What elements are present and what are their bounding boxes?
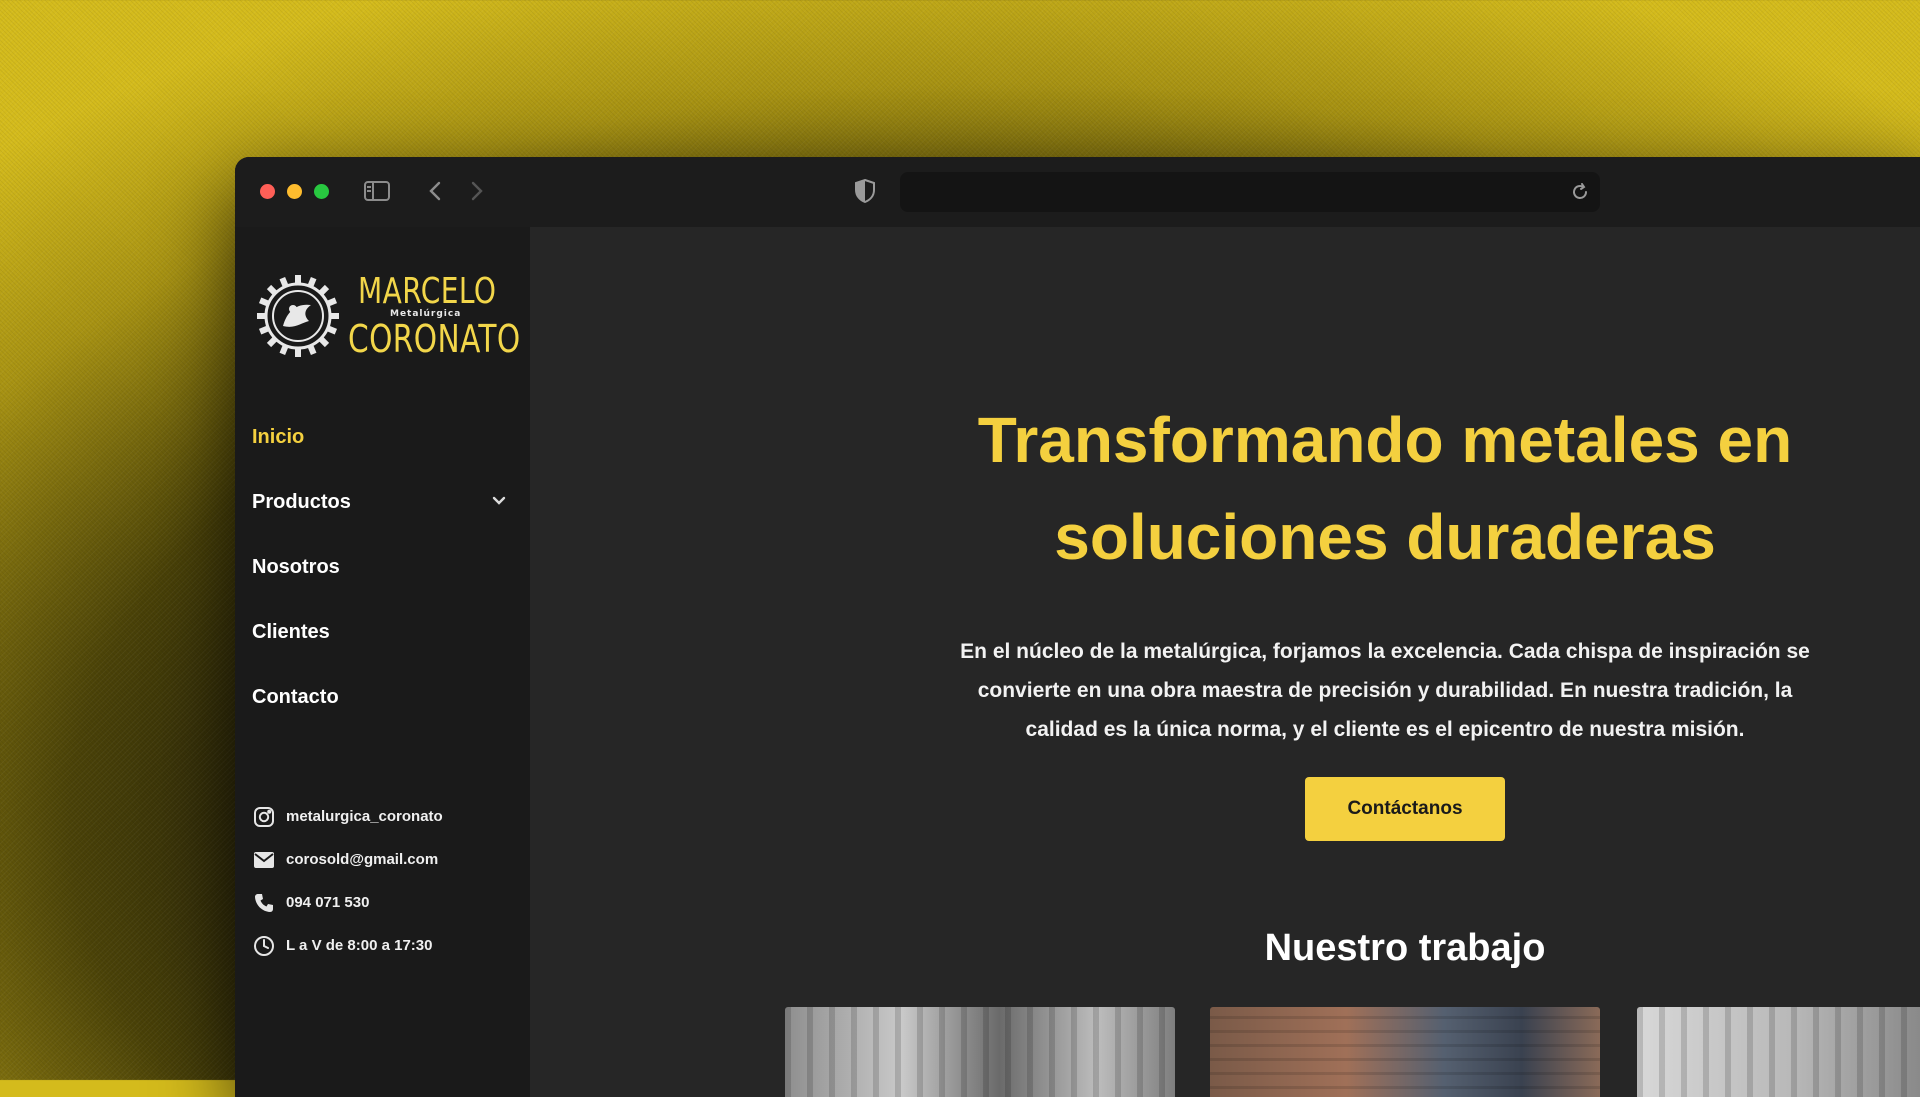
brand-name-line1: MARCELO xyxy=(358,271,497,312)
browser-toolbar xyxy=(235,157,1920,227)
nav-item-label: Productos xyxy=(252,491,351,513)
close-window-button[interactable] xyxy=(260,184,275,199)
work-thumbnail[interactable] xyxy=(1637,1007,1920,1097)
minimize-window-button[interactable] xyxy=(287,184,302,199)
phone-number: 094 071 530 xyxy=(286,894,370,911)
nav-item-nosotros[interactable]: Nosotros xyxy=(252,535,512,600)
address-bar[interactable] xyxy=(900,172,1600,212)
clock-icon xyxy=(252,934,276,958)
contact-instagram[interactable]: metalurgica_coronato xyxy=(252,795,522,838)
shield-icon[interactable] xyxy=(852,178,878,204)
nav-item-clientes[interactable]: Clientes xyxy=(252,600,512,665)
instagram-handle: metalurgica_coronato xyxy=(286,808,443,825)
main-content: Transformando metales en soluciones dura… xyxy=(530,227,1920,1097)
contact-cta-button[interactable]: Contáctanos xyxy=(1305,777,1505,841)
hero-description: En el núcleo de la metalúrgica, forjamos… xyxy=(960,640,1810,741)
forward-arrow-icon[interactable] xyxy=(465,179,489,203)
browser-window: MARCELO Metalúrgica CORONATO Inicio Prod… xyxy=(235,157,1920,1097)
maximize-window-button[interactable] xyxy=(314,184,329,199)
sidebar-toggle-icon[interactable] xyxy=(363,179,391,203)
contact-hours: L a V de 8:00 a 17:30 xyxy=(252,924,522,967)
main-nav: Inicio Productos Nosotros Clientes Conta… xyxy=(252,405,512,730)
instagram-icon xyxy=(252,805,276,829)
gear-logo-icon xyxy=(257,275,339,357)
hero-title: Transformando metales en soluciones dura… xyxy=(977,404,1793,573)
nav-item-productos[interactable]: Productos xyxy=(252,470,512,535)
contact-email[interactable]: corosold@gmail.com xyxy=(252,838,522,881)
reload-icon[interactable] xyxy=(1568,180,1592,204)
nav-item-contacto[interactable]: Contacto xyxy=(252,665,512,730)
phone-icon xyxy=(252,891,276,915)
work-thumbnail[interactable] xyxy=(1210,1007,1600,1097)
contact-phone[interactable]: 094 071 530 xyxy=(252,881,522,924)
nav-item-inicio[interactable]: Inicio xyxy=(252,405,512,470)
chevron-down-icon[interactable] xyxy=(490,492,508,510)
work-thumbnail[interactable] xyxy=(785,1007,1175,1097)
work-section-title: Nuestro trabajo xyxy=(1264,927,1546,969)
back-arrow-icon[interactable] xyxy=(423,179,447,203)
site-sidebar: MARCELO Metalúrgica CORONATO Inicio Prod… xyxy=(235,227,530,1097)
email-address: corosold@gmail.com xyxy=(286,851,439,868)
brand-name-line2: CORONATO xyxy=(348,317,521,361)
contact-info: metalurgica_coronato corosold@gmail.com xyxy=(252,795,522,967)
business-hours: L a V de 8:00 a 17:30 xyxy=(286,937,433,954)
brand-logo[interactable]: MARCELO Metalúrgica CORONATO xyxy=(253,267,520,367)
mail-icon xyxy=(252,848,276,872)
brand-name: MARCELO Metalúrgica CORONATO xyxy=(348,267,520,367)
